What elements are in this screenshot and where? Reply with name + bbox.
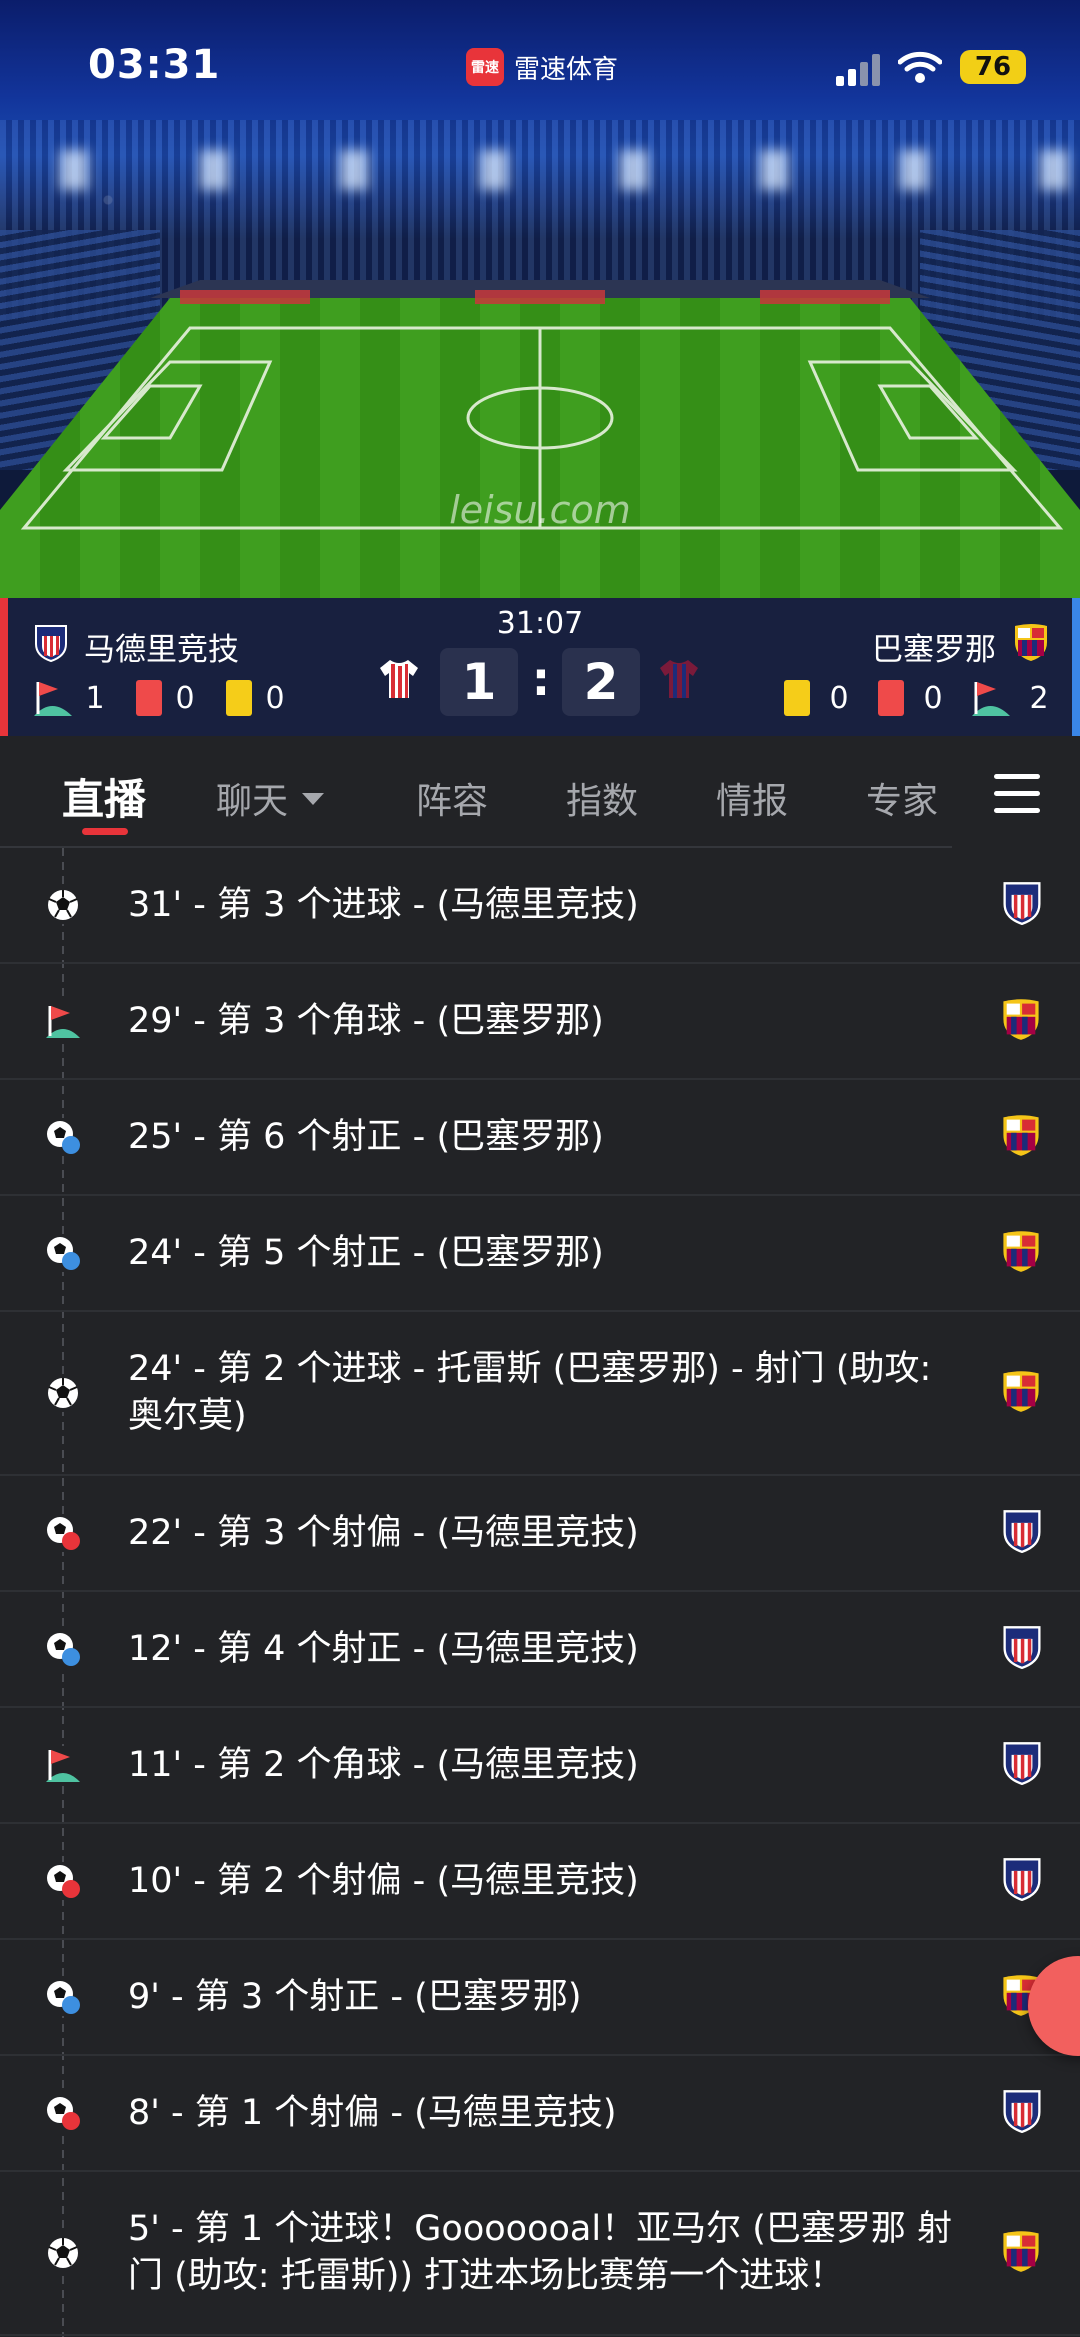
away-team-crest-icon: [1000, 2229, 1042, 2277]
red-card-icon: [136, 680, 162, 716]
tab-experts[interactable]: 专家: [866, 772, 938, 824]
event-text: 24' - 第 2 个进球 - 托雷斯 (巴塞罗那) - 射门 (助攻: 奥尔莫…: [128, 1349, 932, 1436]
event-row[interactable]: 10' - 第 2 个射偏 - (马德里竞技): [0, 1824, 1080, 1940]
chevron-down-icon: [302, 793, 325, 805]
event-text: 12' - 第 4 个射正 - (马德里竞技): [128, 1628, 639, 1669]
score-separator: :: [531, 652, 551, 706]
battery-indicator: 76: [960, 50, 1026, 84]
goal-icon: [44, 886, 82, 924]
shot-off-target-icon: [44, 1862, 82, 1900]
away-team-stats: 0 0 2: [784, 680, 1050, 716]
event-text: 9' - 第 3 个射正 - (巴塞罗那): [128, 1976, 582, 2017]
app-logo-icon: 雷速: [466, 48, 504, 86]
event-row[interactable]: 5' - 第 1 个进球！Gooooooal！亚马尔 (巴塞罗那 射门 (助攻:…: [0, 2172, 1080, 2336]
home-team-name[interactable]: 马德里竞技: [84, 624, 239, 669]
signal-icon: [836, 54, 880, 86]
football-pitch: [0, 280, 1080, 598]
away-score: 2: [562, 648, 640, 716]
away-corners: 2: [1029, 680, 1049, 716]
away-team-crest-icon: [1000, 1369, 1042, 1417]
event-row[interactable]: 12' - 第 4 个射正 - (马德里竞技): [0, 1592, 1080, 1708]
corner-icon: [44, 1746, 82, 1784]
away-red-cards: 0: [923, 680, 943, 716]
away-team-crest-icon: [1000, 997, 1042, 1045]
event-row[interactable]: 11' - 第 2 个角球 - (马德里竞技): [0, 1708, 1080, 1824]
event-row[interactable]: 31' - 第 3 个进球 - (马德里竞技): [0, 848, 1080, 964]
tab-live[interactable]: 直播: [62, 766, 146, 827]
event-row[interactable]: 29' - 第 3 个角球 - (巴塞罗那): [0, 964, 1080, 1080]
event-text: 22' - 第 3 个射偏 - (马德里竞技): [128, 1512, 639, 1553]
event-row[interactable]: 22' - 第 3 个射偏 - (马德里竞技): [0, 1476, 1080, 1592]
home-team-crest-icon[interactable]: [34, 624, 68, 662]
home-team-crest-icon: [1002, 881, 1042, 929]
home-score: 1: [440, 648, 518, 716]
status-time: 03:31: [88, 42, 221, 88]
shot-on-target-icon: [44, 1978, 82, 2016]
away-team-crest-icon[interactable]: [1012, 622, 1050, 662]
event-row[interactable]: 24' - 第 2 个进球 - 托雷斯 (巴塞罗那) - 射门 (助攻: 奥尔莫…: [0, 1312, 1080, 1476]
goal-icon: [44, 1374, 82, 1412]
stadium-banner: leisu.com 03:31 雷速 雷速体育 76: [0, 0, 1080, 598]
app-title: 雷速 雷速体育: [466, 48, 618, 86]
away-team-name[interactable]: 巴塞罗那: [872, 624, 996, 669]
home-jersey-icon: [380, 660, 418, 698]
shot-on-target-icon: [44, 1118, 82, 1156]
away-yellow-cards: 0: [829, 680, 849, 716]
event-row[interactable]: 25' - 第 6 个射正 - (巴塞罗那): [0, 1080, 1080, 1196]
shot-on-target-icon: [44, 1630, 82, 1668]
event-text: 29' - 第 3 个角球 - (巴塞罗那): [128, 1000, 604, 1041]
home-team-crest-icon: [1002, 1625, 1042, 1673]
home-red-cards: 0: [175, 680, 195, 716]
wifi-icon: [898, 51, 942, 83]
event-text: 25' - 第 6 个射正 - (巴塞罗那): [128, 1116, 604, 1157]
watermark-text: leisu.com: [449, 488, 631, 532]
yellow-card-icon: [226, 680, 252, 716]
yellow-card-icon: [784, 680, 810, 716]
shot-off-target-icon: [44, 2094, 82, 2132]
stadium-lights: [0, 150, 1080, 190]
shot-on-target-icon: [44, 1234, 82, 1272]
home-team-crest-icon: [1002, 1857, 1042, 1905]
tab-lineup[interactable]: 阵容: [416, 772, 488, 824]
app-name: 雷速体育: [514, 54, 619, 85]
menu-icon[interactable]: [994, 774, 1040, 814]
home-corners: 1: [85, 680, 105, 716]
event-text: 5' - 第 1 个进球！Gooooooal！亚马尔 (巴塞罗那 射门 (助攻:…: [128, 2209, 952, 2296]
active-tab-indicator: [82, 828, 128, 835]
red-card-icon: [878, 680, 904, 716]
home-team-crest-icon: [1002, 1741, 1042, 1789]
event-text: 31' - 第 3 个进球 - (马德里竞技): [128, 884, 639, 925]
shot-off-target-icon: [44, 1514, 82, 1552]
event-text: 8' - 第 1 个射偏 - (马德里竞技): [128, 2092, 617, 2133]
event-row[interactable]: 24' - 第 5 个射正 - (巴塞罗那): [0, 1196, 1080, 1312]
event-row[interactable]: 8' - 第 1 个射偏 - (马德里竞技): [0, 2056, 1080, 2172]
home-team-stats: 1 0 0: [34, 680, 304, 716]
away-team-crest-icon: [1000, 1113, 1042, 1161]
goal-icon: [44, 2234, 82, 2272]
corner-icon: [44, 1002, 82, 1040]
home-team-crest-icon: [1002, 1509, 1042, 1557]
event-text: 10' - 第 2 个射偏 - (马德里竞技): [128, 1860, 639, 1901]
event-text: 11' - 第 2 个角球 - (马德里竞技): [128, 1744, 639, 1785]
home-team-crest-icon: [1002, 2089, 1042, 2137]
home-yellow-cards: 0: [265, 680, 285, 716]
event-row[interactable]: 9' - 第 3 个射正 - (巴塞罗那): [0, 1940, 1080, 2056]
away-jersey-icon: [660, 660, 698, 698]
tab-chat[interactable]: 聊天: [216, 772, 325, 824]
event-text: 24' - 第 5 个射正 - (巴塞罗那): [128, 1232, 604, 1273]
tab-chat-label: 聊天: [216, 781, 289, 822]
event-list: 31' - 第 3 个进球 - (马德里竞技) 29' - 第 3 个角球 - (…: [0, 848, 1080, 2336]
away-team-crest-icon: [1000, 1229, 1042, 1277]
tab-odds[interactable]: 指数: [566, 772, 638, 824]
tab-intel[interactable]: 情报: [716, 772, 788, 824]
corner-flag-icon: [34, 682, 72, 716]
corner-flag-icon: [972, 682, 1010, 716]
